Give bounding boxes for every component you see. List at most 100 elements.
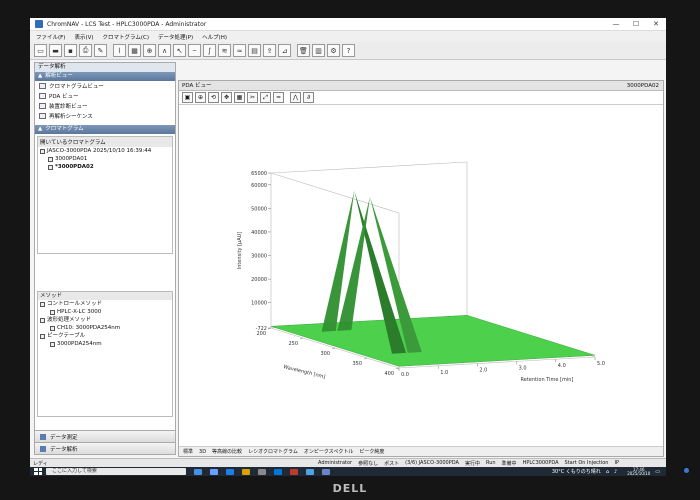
bar-chart-icon[interactable]: ▥ [312,44,325,57]
method-control[interactable]: コントロールメソッド [38,300,172,308]
weather-widget[interactable]: 30°C くもりのち晴れ [552,468,601,475]
pda-tool-open-icon[interactable]: ▣ [182,92,193,103]
tree-item-pda02[interactable]: *3000PDA02 [38,163,172,171]
pda-view-mode-bar: 標準 3D 等高線の比較 レシオクロマトグラム オンピークスペクトル ピーク純度 [179,446,663,456]
x-tick-label: 0.0 [401,372,409,378]
chart-icon[interactable]: ⌇ [113,44,126,57]
maximize-button[interactable]: ☐ [626,20,646,28]
store-icon[interactable] [258,468,266,475]
pda-tool-view-icon[interactable]: ▦ [234,92,245,103]
settings-icon[interactable]: ⚙ [327,44,340,57]
task-view-icon[interactable] [194,468,202,475]
office-icon[interactable] [290,468,298,475]
pda-view-title: PDA ビュー [182,83,212,89]
title-bar: ChromNAV - LCS Test - HPLC3000PDA - Admi… [30,18,666,31]
zoom-icon[interactable]: ⊕ [143,44,156,57]
widgets-icon[interactable] [210,468,218,475]
clock[interactable]: 17:46 2025/10/10 [622,467,650,476]
z-tick-label: 30000 [251,254,267,260]
method-peak-table-value[interactable]: 3000PDA254nm [38,340,172,348]
spectrum-icon[interactable]: ≈ [233,44,246,57]
help-icon[interactable]: ? [342,44,355,57]
open-chromatogram-tree: 開いているクロマトグラム JASCO-3000PDA 2025/10/10 16… [37,136,173,254]
chromatogram-file-icon [48,156,53,162]
data-acquisition-button[interactable]: データ測定 [35,430,175,442]
z-axis-label: Intensity [μAU] [237,232,243,270]
menu-chromatogram[interactable]: クロマトグラム(C) [103,33,149,41]
mail-icon[interactable] [274,468,282,475]
integrate-icon[interactable]: ∫ [203,44,216,57]
pda-tool-spectrum-icon[interactable]: ≈ [273,92,284,103]
mode-standard[interactable]: 標準 [183,448,193,455]
file-explorer-icon[interactable] [242,468,250,475]
pda-tool-chrom-icon[interactable]: ⋀ [290,92,301,103]
method-control-value[interactable]: HPLC-X-LC 3000 [38,308,172,316]
status-reference: 参照なし [358,460,379,467]
open-folder-icon[interactable]: ▬ [49,44,62,57]
peak-icon[interactable]: ∧ [158,44,171,57]
menu-help[interactable]: ヘルプ(H) [202,33,227,41]
new-file-icon[interactable]: ▭ [34,44,47,57]
method-label: 3000PDA254nm [57,341,102,347]
menu-file[interactable]: ファイル(F) [36,33,65,41]
menu-view[interactable]: 表示(V) [74,33,93,41]
menu-data-processing[interactable]: データ処理(P) [158,33,193,41]
y-tick-label: 250 [288,341,298,347]
minimize-button[interactable]: — [606,20,626,28]
pda-3d-plot[interactable]: 65000600005000040000300002000010000-7220… [179,105,663,447]
x-tick-label: 5.0 [597,361,605,367]
table-icon[interactable]: ▦ [128,44,141,57]
mode-3d[interactable]: 3D [199,449,206,455]
method-peak-table[interactable]: ピークテーブル [38,332,172,340]
mode-onpeak-spectrum[interactable]: オンピークスペクトル [304,448,354,455]
tree-item-pda01[interactable]: 3000PDA01 [38,155,172,163]
pda-tool-cut-icon[interactable]: ✂ [247,92,258,103]
network-icon[interactable]: ⌂ [606,469,609,475]
edge-browser-icon[interactable] [226,468,234,475]
method-label: ピークテーブル [47,333,86,339]
close-button[interactable]: ✕ [646,20,666,28]
taskbar-search-input[interactable]: ここに入力して検索 [46,468,186,475]
report-icon[interactable]: ▤ [248,44,261,57]
pda-tool-scale-icon[interactable]: ⤢ [260,92,271,103]
overlay-icon[interactable]: ≋ [218,44,231,57]
volume-icon[interactable]: ♪ [614,469,617,475]
data-analysis-button[interactable]: データ解析 [35,442,175,454]
notification-icon[interactable]: ▭ [655,469,660,475]
delete-icon[interactable]: 🗑 [297,44,310,57]
nav-instrument-diagnostic-view[interactable]: 装置診断ビュー [35,101,175,111]
app-icon [35,20,43,28]
screen: ChromNAV - LCS Test - HPLC3000PDA - Admi… [30,18,666,476]
mode-peak-purity[interactable]: ピーク純度 [359,448,384,455]
settings-app-icon[interactable] [322,468,330,475]
pda-tool-rotate-icon[interactable]: ⟲ [208,92,219,103]
analysis-view-header[interactable]: ▲ 解析ビュー [35,72,175,81]
tree-item-run[interactable]: JASCO-3000PDA 2025/10/10 16:39:44 [38,147,172,155]
nav-pda-view[interactable]: PDA ビュー [35,91,175,101]
plot-box-edge [270,172,400,214]
method-processing[interactable]: 波形処理メソッド [38,316,172,324]
power-led [684,468,689,473]
save-icon[interactable]: ▪ [64,44,77,57]
status-instrument: (3/6) JASCO-3000PDA [405,460,459,466]
y-axis-label: Wavelength [nm] [283,364,326,380]
nav-reanalysis-sequence[interactable]: 再解析シーケンス [35,111,175,121]
method-processing-value[interactable]: CH10: 3000PDA254nm [38,324,172,332]
print-icon[interactable]: ⎙ [79,44,92,57]
nav-chromatogram-view[interactable]: クロマトグラムビュー [35,81,175,91]
pda-tool-purity-icon[interactable]: ∂ [303,92,314,103]
bottom-nav-label: データ解析 [50,446,78,453]
calibration-icon[interactable]: ⊿ [278,44,291,57]
z-tick-label: 10000 [251,301,267,307]
chromatogram-header[interactable]: ▲ クロマトグラム [35,125,175,134]
chromnav-app-icon[interactable] [306,468,314,475]
pda-tool-zoom-icon[interactable]: ⊕ [195,92,206,103]
edit-icon[interactable]: ✎ [94,44,107,57]
export-icon[interactable]: ⇪ [263,44,276,57]
mode-ratio-chromatogram[interactable]: レシオクロマトグラム [248,448,298,455]
windows-start-icon[interactable] [34,468,42,475]
baseline-icon[interactable]: ⎯ [188,44,201,57]
cursor-icon[interactable]: ↖ [173,44,186,57]
mode-contour-compare[interactable]: 等高線の比較 [212,448,242,455]
pda-tool-pan-icon[interactable]: ✥ [221,92,232,103]
